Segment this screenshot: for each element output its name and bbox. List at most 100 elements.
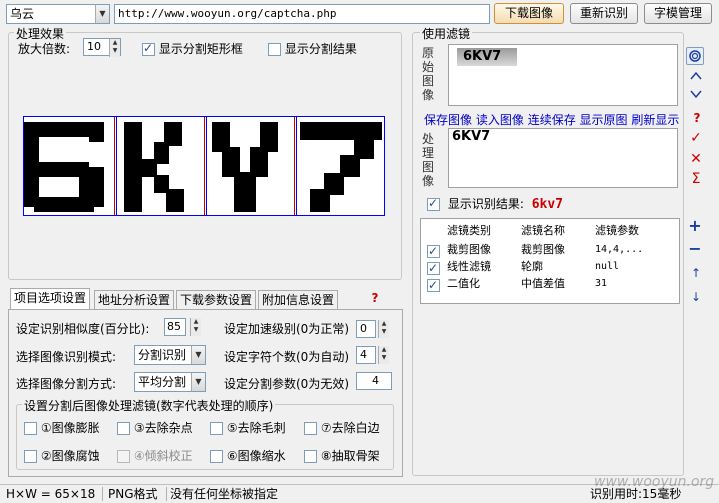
post-option-trim-white[interactable]: ⑦去除白边	[304, 419, 380, 436]
split-method-select[interactable]: 平均分割 ▼	[134, 372, 206, 392]
option-checkbox[interactable]	[117, 422, 130, 435]
recognition-result: 6kv7	[531, 197, 564, 212]
chevron-down-icon: ▼	[191, 346, 205, 364]
show-boxes-label: 显示分割矩形框	[158, 42, 243, 56]
show-split-result-label: 显示分割结果	[284, 42, 357, 56]
row-params: 31	[595, 278, 608, 289]
watermark-text: www.wooyun.org	[594, 474, 715, 490]
option-label: ⑥图像缩水	[226, 449, 286, 463]
arrow-up-icon[interactable]: ↑	[689, 266, 703, 280]
tab-extra-info[interactable]: 附加信息设置	[258, 290, 339, 310]
post-option-dilate[interactable]: ①图像膨胀	[24, 419, 100, 436]
option-checkbox[interactable]	[304, 422, 317, 435]
site-select[interactable]: 乌云 ▼	[6, 4, 110, 24]
chevron-down-icon: ▼	[95, 5, 109, 23]
option-checkbox[interactable]	[24, 422, 37, 435]
row-name: 裁剪图像	[521, 243, 565, 256]
show-recognition-option[interactable]: 显示识别结果: 6kv7	[427, 195, 563, 212]
chevron-up-icon[interactable]	[689, 70, 703, 85]
option-label: ⑦去除白边	[320, 421, 380, 435]
row-checkbox[interactable]	[427, 243, 440, 259]
spin-arrows-icon[interactable]: ▲ ▼	[378, 320, 389, 338]
split-param-value: 4	[372, 374, 379, 387]
processed-captcha: 6KV7	[452, 129, 491, 144]
save-image-link[interactable]: 保存图像	[424, 113, 472, 127]
option-checkbox	[117, 450, 130, 463]
continuous-save-link[interactable]: 连续保存	[528, 113, 576, 127]
post-option-denoise[interactable]: ③去除杂点	[117, 419, 193, 436]
option-checkbox[interactable]	[210, 422, 223, 435]
processed-image-label: 处理图像	[422, 132, 435, 188]
post-option-deburr[interactable]: ⑤去除毛刺	[210, 419, 286, 436]
minus-icon[interactable]: −	[688, 241, 702, 257]
arrow-down-icon[interactable]: ↓	[689, 290, 703, 304]
show-recognition-checkbox[interactable]	[427, 196, 440, 211]
split-param-label: 设定分割参数(0为无效)	[224, 377, 349, 391]
row-category: 裁剪图像	[447, 243, 491, 256]
help-icon[interactable]: ?	[368, 291, 382, 305]
chevron-down-icon: ▼	[191, 373, 205, 391]
accel-input[interactable]: 0	[356, 320, 376, 338]
char-count-input[interactable]: 4	[356, 346, 376, 364]
url-input[interactable]: http://www.wooyun.org/captcha.php	[114, 4, 490, 24]
captcha-pixels	[24, 117, 382, 215]
option-label: ⑧抽取骨架	[320, 449, 380, 463]
show-split-result-option[interactable]: 显示分割结果	[268, 40, 357, 57]
table-row[interactable]: 二值化 中值差值 31	[421, 276, 679, 293]
row-params: null	[595, 261, 620, 272]
similarity-label: 设定识别相似度(百分比):	[16, 322, 150, 336]
tab-download-params[interactable]: 下载参数设置	[176, 290, 257, 310]
post-option-shrink[interactable]: ⑥图像缩水	[210, 447, 286, 464]
download-image-button[interactable]: 下载图像	[494, 3, 564, 24]
table-row[interactable]: 线性滤镜 轮廓 null	[421, 259, 679, 276]
font-library-button[interactable]: 字模管理	[644, 3, 712, 24]
filter-table-header: 滤镜类别 滤镜名称 滤镜参数	[421, 223, 679, 239]
show-split-result-checkbox[interactable]	[268, 43, 281, 56]
row-checkbox[interactable]	[427, 260, 440, 276]
post-option-deskew: ④倾斜校正	[117, 447, 193, 464]
spin-arrows-icon[interactable]: ▲ ▼	[109, 39, 120, 57]
reidentify-button[interactable]: 重新识别	[570, 3, 638, 24]
filter-table[interactable]: 滤镜类别 滤镜名称 滤镜参数 裁剪图像 裁剪图像 14,4,... 线性滤镜 轮…	[420, 218, 680, 304]
post-option-erode[interactable]: ②图像腐蚀	[24, 447, 100, 464]
option-label: ③去除杂点	[133, 421, 193, 435]
load-image-link[interactable]: 读入图像	[476, 113, 524, 127]
status-message: 没有任何坐标被指定	[170, 487, 279, 501]
show-boxes-checkbox[interactable]	[142, 41, 155, 56]
table-row[interactable]: 裁剪图像 裁剪图像 14,4,...	[421, 242, 679, 259]
mode-value: 分割识别	[138, 348, 187, 362]
chevron-down-icon[interactable]	[689, 88, 703, 103]
similarity-value: 85	[167, 320, 181, 333]
spin-arrows-icon[interactable]: ▲ ▼	[190, 318, 201, 336]
sigma-icon[interactable]: Σ	[689, 172, 703, 186]
checkmark-icon[interactable]: ✓	[689, 131, 703, 145]
split-method-label: 选择图像分割方式:	[16, 377, 117, 391]
show-original-link[interactable]: 显示原图	[580, 113, 628, 127]
refresh-display-link[interactable]: 刷新显示	[631, 113, 679, 127]
plus-icon[interactable]: +	[688, 218, 702, 234]
status-divider	[102, 487, 103, 501]
spin-arrows-icon[interactable]: ▲ ▼	[378, 346, 389, 364]
char-count-value: 4	[360, 348, 367, 361]
ring-icon[interactable]	[686, 47, 704, 65]
similarity-input[interactable]: 85	[164, 318, 186, 336]
help-icon[interactable]: ?	[690, 111, 704, 125]
option-checkbox[interactable]	[24, 450, 37, 463]
close-icon[interactable]: ✕	[689, 152, 703, 166]
watermark: www.wooyun.org	[594, 474, 714, 490]
row-category: 线性滤镜	[447, 260, 491, 273]
header-category: 滤镜类别	[447, 224, 491, 237]
tab-project-options[interactable]: 项目选项设置	[10, 288, 91, 310]
status-divider	[166, 487, 167, 501]
option-checkbox[interactable]	[304, 450, 317, 463]
split-param-input[interactable]: 4	[356, 372, 392, 390]
original-image-box: 6KV7	[448, 44, 678, 106]
zoom-spinner[interactable]: 10 ▲ ▼	[83, 38, 121, 57]
show-boxes-option[interactable]: 显示分割矩形框	[142, 40, 243, 57]
tab-address-analysis[interactable]: 地址分析设置	[94, 290, 175, 310]
original-image-label: 原始图像	[422, 46, 435, 102]
option-checkbox[interactable]	[210, 450, 223, 463]
row-checkbox[interactable]	[427, 277, 440, 293]
mode-select[interactable]: 分割识别 ▼	[134, 345, 206, 365]
post-option-skeleton[interactable]: ⑧抽取骨架	[304, 447, 380, 464]
